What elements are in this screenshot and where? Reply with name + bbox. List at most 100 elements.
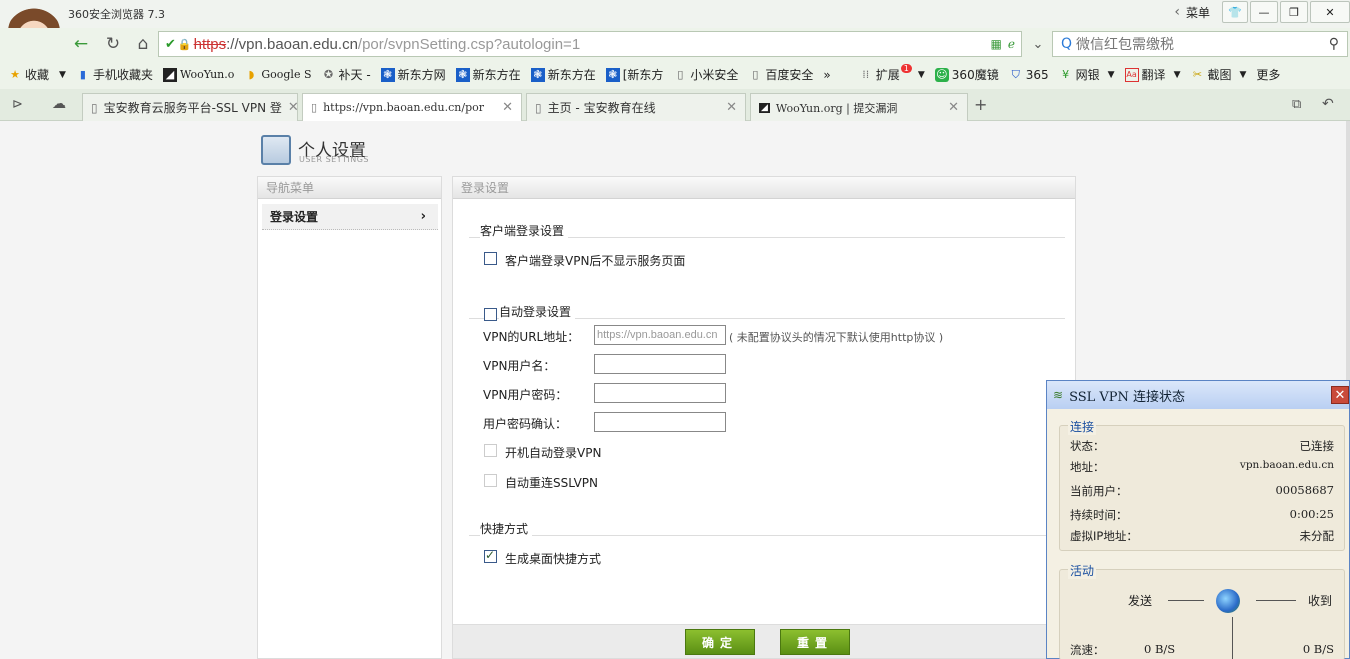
favorite-item[interactable]: ✪ 补天 -: [322, 66, 371, 83]
address-value: vpn.baoan.edu.cn: [1239, 459, 1334, 471]
wooyun-icon: ◢: [759, 102, 770, 113]
chevron-down-icon[interactable]: ⌄: [1025, 31, 1051, 57]
section-title: 自动登录设置: [499, 303, 576, 320]
section-title: 快捷方式: [480, 520, 533, 537]
tab-active[interactable]: ▯ https://vpn.baoan.edu.cn/por ✕: [302, 93, 522, 121]
password-confirm-label: 用户密码确认：: [483, 417, 568, 431]
chevron-right-icon: ›: [420, 209, 426, 224]
paw-icon: ❃: [380, 67, 395, 82]
activity-line: [1232, 617, 1233, 659]
favorite-item[interactable]: ❃ 新东方在: [530, 66, 596, 83]
home-icon[interactable]: ⌂: [130, 31, 156, 57]
maximize-button[interactable]: ❐: [1280, 1, 1308, 23]
favorite-item[interactable]: ◗ Google S: [244, 68, 311, 82]
url-host: ://vpn.baoan.edu.cn: [226, 35, 358, 53]
window-controls: ‹ 菜单 👕 — ❐ ✕: [1174, 0, 1350, 24]
favorite-item[interactable]: ▮ 手机收藏夹: [76, 66, 153, 83]
favorite-item[interactable]: ◢ WooYun.o: [162, 67, 234, 82]
page-icon: ▯: [677, 68, 684, 81]
virtual-ip-value: 未分配: [1299, 529, 1335, 543]
search-icon[interactable]: ⚲: [1329, 36, 1339, 52]
wooyun-icon: ◢: [162, 67, 177, 82]
user-value: 00058687: [1275, 483, 1334, 497]
ok-button[interactable]: 确定: [685, 629, 755, 655]
close-tab-icon[interactable]: ✕: [496, 100, 513, 115]
recv-speed: 0 B/S: [1302, 642, 1334, 656]
favorite-item[interactable]: ❃ 新东方在: [455, 66, 521, 83]
extension-item[interactable]: ⁞⁞ 扩展 1 ▼: [859, 64, 925, 83]
close-tab-icon[interactable]: ✕: [282, 100, 297, 115]
search-input[interactable]: 微信红包需缴税: [1076, 34, 1174, 54]
nav-panel: 导航菜单 登录设置 ›: [257, 176, 442, 659]
shield-icon: ⛉: [1011, 67, 1020, 81]
qr-icon[interactable]: ▦: [991, 37, 1002, 51]
ie-mode-icon[interactable]: ℯ: [1008, 37, 1015, 51]
shortcut-checkbox[interactable]: [484, 548, 497, 563]
refresh-icon[interactable]: ↻: [100, 31, 126, 57]
sidebar-item-login-settings[interactable]: 登录设置 ›: [262, 204, 438, 230]
new-tab-button[interactable]: +: [974, 95, 987, 114]
auto-reconnect-checkbox[interactable]: [484, 474, 497, 487]
username-label: VPN用户名：: [483, 359, 556, 373]
extension-item[interactable]: 更多: [1256, 66, 1280, 83]
grid-icon: ⁞⁞: [862, 68, 870, 81]
status-value: 已连接: [1299, 439, 1335, 453]
settings-icon: [261, 135, 291, 165]
menu-button[interactable]: 菜单: [1186, 4, 1210, 21]
auto-start-checkbox[interactable]: [484, 444, 497, 457]
client-section: 客户端登录设置: [469, 222, 1065, 239]
favorite-item[interactable]: ▯ 小米安全: [673, 66, 738, 83]
close-tab-icon[interactable]: ✕: [720, 100, 737, 115]
close-button[interactable]: ✕: [1310, 1, 1350, 23]
extension-item[interactable]: ¥ 网银 ▼: [1059, 66, 1114, 83]
username-input[interactable]: [594, 354, 726, 374]
tab-bar: ⊳ ☁ ▯ 宝安教育云服务平台-SSL VPN 登 ✕ ▯ https://vpn.b…: [0, 89, 1350, 121]
tab-list-icon[interactable]: ⧉: [1292, 97, 1301, 112]
send-line: [1168, 600, 1204, 601]
bank-icon: ¥: [1062, 68, 1070, 81]
tab[interactable]: ▯ 宝安教育云服务平台-SSL VPN 登 ✕: [82, 93, 298, 121]
reset-button[interactable]: 重置: [780, 629, 850, 655]
content-panel-header: 登录设置: [453, 177, 1075, 199]
recv-label: 收到: [1308, 594, 1333, 608]
hide-service-page-checkbox[interactable]: [484, 252, 497, 265]
close-icon[interactable]: ✕: [1331, 386, 1349, 404]
navigation-bar: ← ↻ ⌂ ✔ 🔒 https ://vpn.baoan.edu.cn /por…: [0, 28, 1350, 60]
password-confirm-input[interactable]: [594, 412, 726, 432]
extension-item[interactable]: ✂ 截图 ▼: [1190, 66, 1247, 83]
tab[interactable]: ◢ WooYun.org | 提交漏洞 ✕: [750, 93, 968, 121]
favorite-item[interactable]: ★ 收藏 ▼: [8, 66, 66, 83]
star-icon: ★: [10, 68, 20, 81]
extension-item[interactable]: ☺ 360魔镜: [934, 66, 999, 83]
tab[interactable]: ▯ 主页 - 宝安教育在线 ✕: [526, 93, 746, 121]
vpn-status-window: ≋ SSL VPN 连接状态 ✕ 连接 状态： 已连接 地址： vpn.baoan.…: [1046, 380, 1350, 659]
extension-item[interactable]: ⛉ 365: [1009, 68, 1049, 82]
google-icon: ◗: [248, 68, 255, 81]
favorite-item[interactable]: ❃ 新东方网: [380, 66, 446, 83]
url-input[interactable]: https://vpn.baoan.edu.cn: [594, 325, 726, 345]
title-bar: 360安全浏览器 7.3 ‹ 菜单 👕 — ❐ ✕: [0, 0, 1350, 28]
undo-close-icon[interactable]: ↶: [1322, 96, 1334, 112]
address-bar[interactable]: ✔ 🔒 https ://vpn.baoan.edu.cn /por/svpnS…: [158, 31, 1022, 57]
skin-icon[interactable]: 👕: [1222, 1, 1248, 23]
back-icon[interactable]: ←: [68, 31, 94, 57]
auto-reconnect-label: 自动重连SSLVPN: [505, 476, 599, 490]
favorite-item[interactable]: ❃ [新东方: [605, 66, 663, 83]
cloud-icon[interactable]: ☁: [52, 96, 66, 112]
extension-item[interactable]: Aa 翻译 ▼: [1124, 66, 1180, 83]
screenshot-icon: ✂: [1192, 68, 1203, 81]
vpn-icon: ≋: [1053, 388, 1064, 402]
phone-icon: ▮: [79, 68, 86, 81]
more-favorites-icon[interactable]: »: [823, 68, 830, 82]
recv-line: [1256, 600, 1296, 601]
favorite-item[interactable]: ▯ 百度安全: [748, 66, 813, 83]
url-label: VPN的URL地址：: [483, 330, 580, 344]
auto-login-checkbox[interactable]: [484, 308, 497, 321]
search-box[interactable]: Q 微信红包需缴税 ⚲: [1052, 31, 1348, 57]
close-tab-icon[interactable]: ✕: [942, 100, 959, 115]
connection-group: 连接 状态： 已连接 地址： vpn.baoan.edu.cn 当前用户： 00058…: [1059, 418, 1345, 551]
chevron-left-icon[interactable]: ‹: [1174, 4, 1180, 20]
sidebar-toggle-icon[interactable]: ⊳: [12, 97, 23, 112]
minimize-button[interactable]: —: [1250, 1, 1278, 23]
password-input[interactable]: [594, 383, 726, 403]
